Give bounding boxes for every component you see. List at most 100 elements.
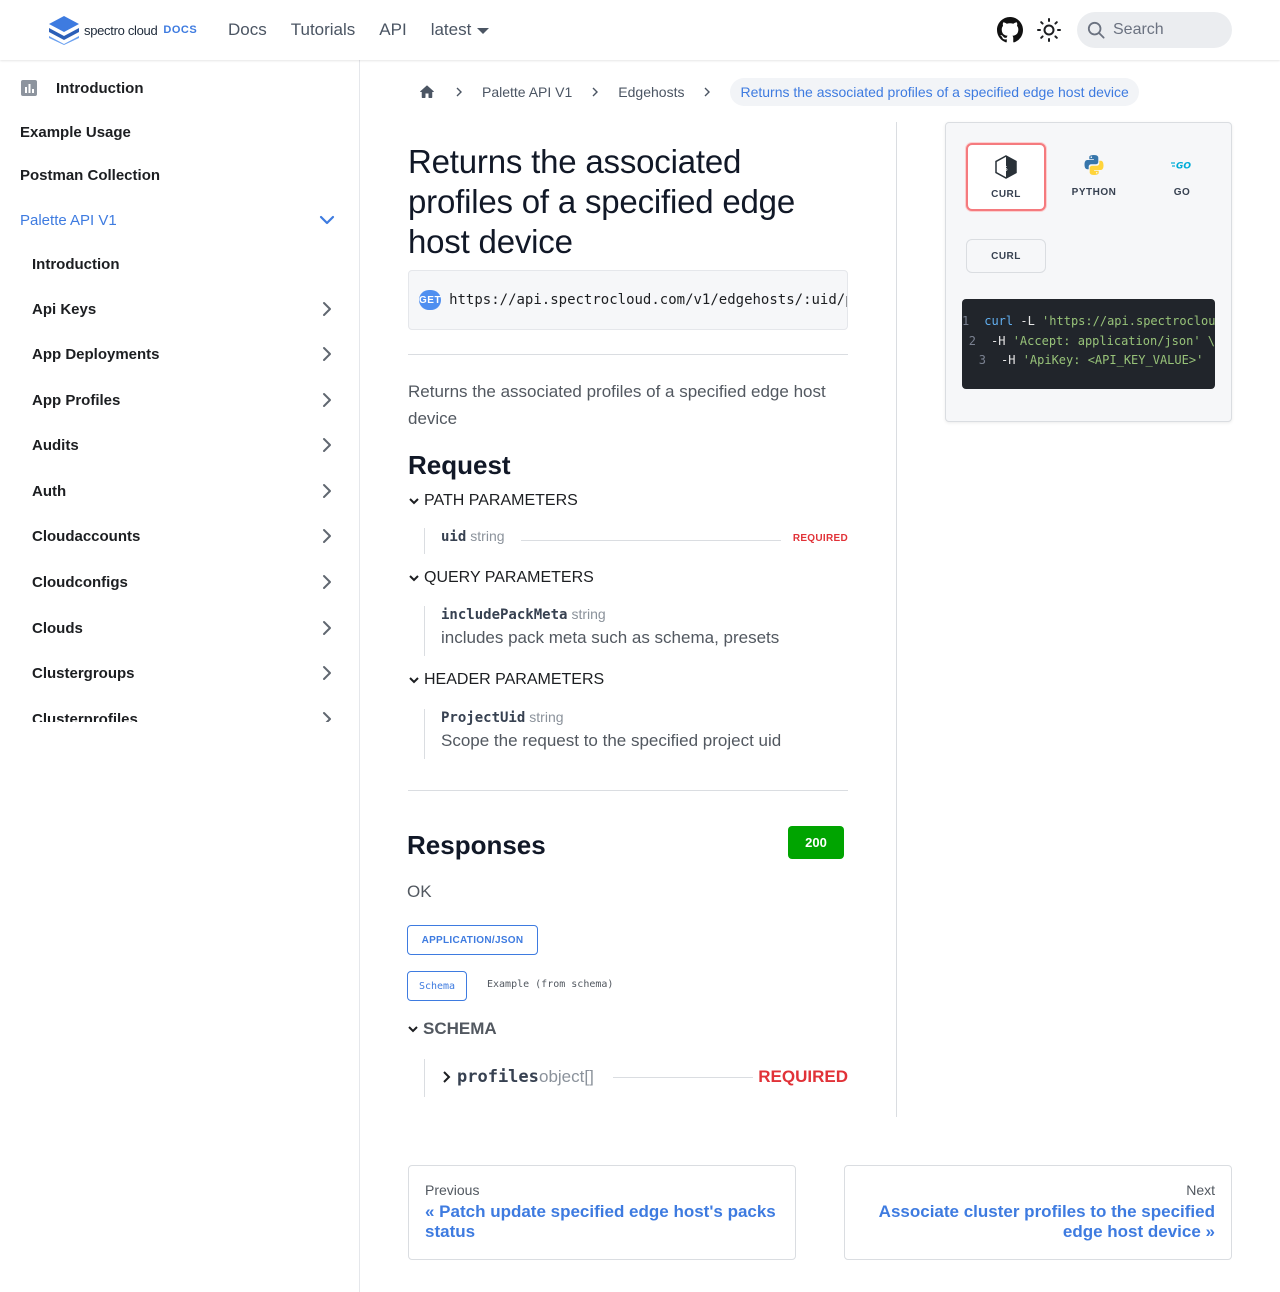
code-line: 3 -H 'ApiKey: <API_KEY_VALUE>' — [962, 353, 1215, 373]
divider — [408, 790, 848, 791]
endpoint-url: https://api.spectrocloud.com/v1/edgehost… — [449, 292, 848, 308]
param-includepackmeta: includePackMeta string includes pack meta… — [424, 606, 848, 656]
previous-page-link[interactable]: Previous « Patch update specified edge h… — [408, 1165, 796, 1260]
nav-link-api[interactable]: API — [379, 20, 406, 40]
version-dropdown[interactable]: latest — [431, 20, 490, 40]
pager-label: « Patch update specified edge host's pac… — [425, 1202, 776, 1241]
query-parameters-heading: QUERY PARAMETERS — [424, 569, 594, 586]
path-parameters-toggle[interactable]: PATH PARAMETERS — [408, 492, 578, 510]
page-title: Returns the associated profiles of a spe… — [408, 143, 795, 260]
next-page-link[interactable]: Next Associate cluster profiles to the s… — [844, 1165, 1232, 1260]
sidebar-item-cloudaccounts[interactable]: Cloudaccounts — [0, 518, 359, 554]
sidebar-menu: Introduction Example Usage Postman Colle… — [0, 60, 359, 722]
sidebar-item-clusterprofiles[interactable]: Clusterprofiles — [0, 701, 359, 722]
schema-heading: SCHEMA — [423, 1019, 497, 1038]
code-string: 'ApiKey: <API_KEY_VALUE>' — [1022, 353, 1204, 367]
chevron-right-icon[interactable] — [319, 301, 335, 317]
language-label: GO — [1173, 187, 1191, 198]
python-icon — [1084, 155, 1104, 175]
svg-text:$: $ — [1003, 164, 1008, 173]
schema-toggle[interactable]: SCHEMA — [407, 1019, 497, 1039]
sidebar-item-api-keys[interactable]: Api Keys — [0, 291, 359, 327]
schema-tab[interactable]: Schema — [407, 971, 467, 1001]
code-variant-tab-curl[interactable]: CURL — [966, 239, 1046, 273]
github-icon[interactable] — [997, 17, 1023, 43]
search-input[interactable]: Search — [1077, 12, 1232, 48]
column-divider — [896, 122, 897, 1117]
language-tab-go[interactable]: GO GO — [1142, 143, 1222, 211]
chevron-right-icon[interactable] — [319, 620, 335, 636]
param-type: string — [529, 709, 564, 725]
header-parameters-toggle[interactable]: HEADER PARAMETERS — [408, 671, 604, 689]
code-flag: -H — [1001, 353, 1023, 367]
sidebar-item-introduction[interactable]: Introduction — [20, 70, 359, 106]
chevron-down-icon — [409, 575, 419, 582]
chevron-right-icon[interactable] — [441, 1070, 453, 1084]
nav-right: Search — [997, 12, 1232, 48]
sidebar-item-label: Introduction — [32, 255, 120, 273]
chevron-right-icon[interactable] — [319, 665, 335, 681]
code-block[interactable]: 1 curl -L 'https://api.spectrocloud.com/… — [962, 299, 1215, 389]
status-200-tab[interactable]: 200 — [788, 826, 844, 859]
code-text: -H 'Accept: application/json' \ — [991, 334, 1215, 354]
breadcrumb-current: Returns the associated profiles of a spe… — [730, 78, 1139, 106]
nav-links: Docs Tutorials API latest — [228, 0, 490, 60]
query-parameters-toggle[interactable]: QUERY PARAMETERS — [408, 569, 594, 587]
example-tab[interactable]: Example (from schema) — [487, 979, 613, 990]
line-number: 3 — [978, 353, 986, 367]
sidebar-item-auth[interactable]: Auth — [0, 473, 359, 509]
chevron-right-icon[interactable] — [319, 392, 335, 408]
language-label: PYTHON — [1071, 187, 1117, 198]
sidebar-item-clouds[interactable]: Clouds — [0, 610, 359, 646]
param-name: ProjectUid — [441, 710, 526, 726]
nav-link-docs[interactable]: Docs — [228, 20, 267, 40]
sidebar-item-label: Audits — [32, 436, 79, 454]
sidebar-item-app-profiles[interactable]: App Profiles — [0, 382, 359, 418]
sidebar-item-audits[interactable]: Audits — [0, 427, 359, 463]
spectro-cloud-logo-icon — [49, 16, 79, 45]
chevron-right-icon[interactable] — [319, 711, 335, 722]
line-number: 1 — [962, 314, 970, 328]
chevron-right-icon[interactable] — [319, 483, 335, 499]
chevron-right-icon[interactable] — [319, 574, 335, 590]
responses-heading: Responses — [407, 830, 546, 860]
breadcrumb-item-edgehosts[interactable]: Edgehosts — [618, 84, 684, 100]
version-label: latest — [430, 20, 472, 39]
sun-theme-toggle-icon[interactable] — [1037, 18, 1061, 42]
sidebar-item-palette-api-v1[interactable]: Palette API V1 — [0, 202, 359, 238]
caret-down-icon — [477, 28, 490, 34]
language-tab-curl[interactable]: $ CURL — [966, 143, 1046, 211]
code-string: 'https://api.spectrocloud.com/v1/edgehos… — [1042, 314, 1215, 328]
search-placeholder: Search — [1113, 21, 1164, 38]
sidebar-item-clustergroups[interactable]: Clustergroups — [0, 655, 359, 691]
sidebar-item-postman-collection[interactable]: Postman Collection — [0, 157, 359, 193]
sidebar-item-example-usage[interactable]: Example Usage — [0, 114, 359, 150]
schema-property-profiles[interactable]: profiles object[] REQUIRED — [424, 1059, 848, 1097]
chevron-right-icon[interactable] — [319, 528, 335, 544]
nav-link-tutorials[interactable]: Tutorials — [291, 20, 356, 40]
sidebar-item-label: Example Usage — [20, 123, 131, 141]
sidebar-item-introduction-v1[interactable]: Introduction — [0, 246, 359, 282]
chevron-right-icon — [704, 87, 711, 97]
param-projectuid: ProjectUid string Scope the request to th… — [424, 709, 848, 759]
mime-type-tab[interactable]: APPLICATION/JSON — [407, 925, 538, 955]
breadcrumb-item-palette-api-v1[interactable]: Palette API V1 — [482, 84, 572, 100]
required-label: REQUIRED — [792, 533, 848, 544]
sidebar-item-label: Cloudconfigs — [32, 573, 128, 591]
pager-sublabel: Next — [1186, 1182, 1215, 1198]
info-page-icon — [21, 80, 37, 96]
chevron-right-icon[interactable] — [319, 346, 335, 362]
chevron-right-icon[interactable] — [319, 437, 335, 453]
home-icon[interactable] — [418, 83, 436, 101]
sidebar-item-app-deployments[interactable]: App Deployments — [0, 336, 359, 372]
svg-text:GO: GO — [1176, 162, 1191, 172]
sidebar-item-cloudconfigs[interactable]: Cloudconfigs — [0, 564, 359, 600]
logo-docs-label: DOCS — [163, 24, 198, 36]
chevron-down-icon[interactable] — [319, 212, 335, 228]
language-tab-python[interactable]: PYTHON — [1054, 143, 1134, 211]
code-flag: -H — [991, 333, 1013, 348]
code-text: curl -L 'https://api.spectrocloud.com/v1… — [984, 314, 1215, 334]
sidebar-item-label: Clouds — [32, 619, 83, 637]
spectro-cloud-logo[interactable]: spectro cloud DOCS — [48, 15, 197, 45]
sidebar-item-label: Cloudaccounts — [32, 527, 141, 545]
